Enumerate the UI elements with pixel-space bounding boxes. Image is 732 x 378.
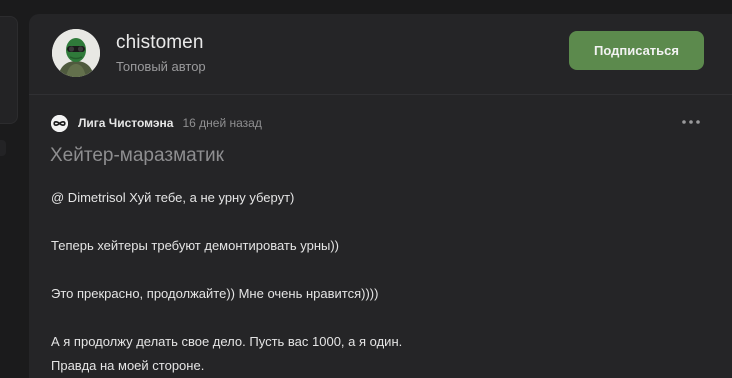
more-dots-icon[interactable] [681, 112, 701, 132]
subscribe-button[interactable]: Подписаться [569, 31, 704, 70]
post-card: chistomen Топовый автор Подписаться Лига… [29, 14, 732, 378]
left-sidebar-panel [0, 16, 18, 124]
post-time: 16 дней назад [182, 116, 262, 130]
author-avatar[interactable] [52, 29, 100, 77]
author-status: Топовый автор [116, 59, 206, 74]
post-paragraph: Это прекрасно, продолжайте)) Мне очень н… [51, 286, 379, 301]
post-paragraph: @ Dimetrisol Хуй тебе, а не урну уберут) [51, 190, 295, 205]
left-sidebar-stub [0, 140, 6, 156]
infinity-logo-icon[interactable] [51, 114, 68, 132]
masked-person-avatar-icon [52, 29, 100, 77]
post-title[interactable]: Хейтер-маразматик [50, 145, 224, 167]
community-name[interactable]: Лига Чистомэна [78, 116, 173, 130]
post-paragraph: Теперь хейтеры требуют демонтировать урн… [51, 238, 339, 253]
post-body: @ Dimetrisol Хуй тебе, а не урну уберут)… [51, 186, 691, 378]
page: chistomen Топовый автор Подписаться Лига… [0, 0, 732, 378]
post-paragraph-line: А я продолжу делать свое дело. Пусть вас… [51, 334, 403, 349]
post-paragraph-line: Правда на моей стороне. [51, 358, 205, 373]
post-meta: Лига Чистомэна 16 дней назад [51, 114, 262, 132]
author-header: chistomen Топовый автор Подписаться [29, 14, 732, 95]
post-paragraph: А я продолжу делать свое дело. Пусть вас… [51, 330, 691, 378]
author-name[interactable]: chistomen [116, 32, 204, 54]
